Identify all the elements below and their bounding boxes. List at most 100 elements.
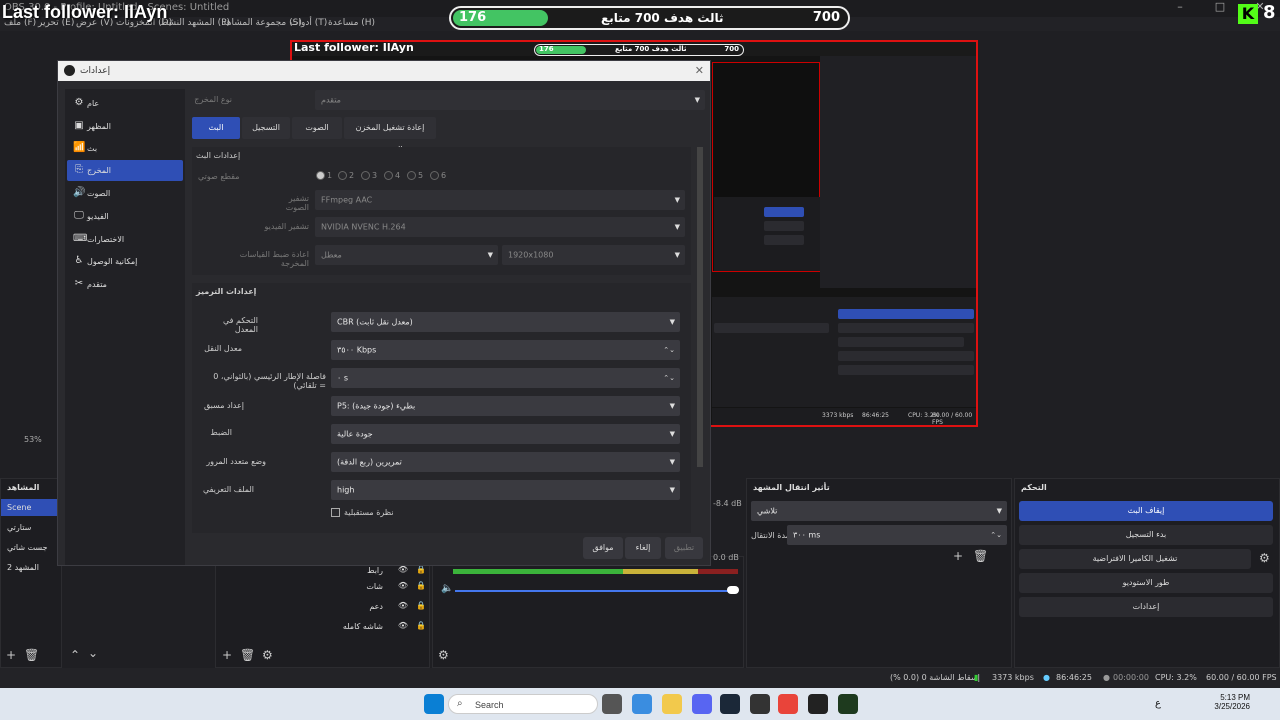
steam-icon[interactable] <box>720 694 740 714</box>
apply-button[interactable]: تطبيق <box>665 537 703 559</box>
audio-track-radio[interactable]: 3 <box>361 171 377 180</box>
obs-taskbar-icon[interactable] <box>750 694 770 714</box>
source-item[interactable]: دعم 👁 🔒 <box>218 598 428 616</box>
menu-help[interactable]: مساعدة (H) <box>328 18 375 28</box>
sidebar-item-accessibility[interactable]: ♿ إمكانية الوصول <box>67 251 183 272</box>
live-icon: ● <box>1043 673 1050 682</box>
audio-track-radio[interactable]: 2 <box>338 171 354 180</box>
tab-replay-buffer[interactable]: إعادة تشغيل المخزن المؤقت <box>344 117 436 154</box>
scene-item[interactable]: Scene <box>1 499 59 516</box>
taskbar-clock[interactable]: 5:13 PM 3/25/2026 <box>1208 693 1250 711</box>
virtual-camera-button[interactable]: تشغيل الكاميرا الافتراضية <box>1019 549 1251 569</box>
stop-streaming-button[interactable]: إيقاف البث <box>1019 501 1273 521</box>
preview-goal-label: ثالث هدف 700 متابع <box>615 45 687 53</box>
audio-track-radio[interactable]: 6 <box>430 171 446 180</box>
cancel-button[interactable]: إلغاء <box>625 537 661 559</box>
nvidia-icon[interactable] <box>838 694 858 714</box>
nested-preview-dialog <box>714 197 820 271</box>
scene-item[interactable]: المشهد 2 <box>1 559 59 576</box>
sidebar-item-stream[interactable]: 📶 بث <box>67 138 183 159</box>
fps-status: 60.00 / 60.00 FPS <box>1206 673 1277 682</box>
output-mode-select[interactable]: متقدم ▼ <box>315 90 705 110</box>
volume-slider[interactable] <box>455 590 735 592</box>
audio-encoder-select[interactable]: FFmpeg AAC ▼ <box>315 190 685 210</box>
close-dialog-button[interactable]: ✕ <box>695 64 704 77</box>
studio-mode-button[interactable]: طور الاستوديو <box>1019 573 1273 593</box>
sidebar-item-output[interactable]: ⎘ المخرج <box>67 160 183 181</box>
windows-start-icon[interactable] <box>424 694 444 714</box>
remove-transition-button[interactable]: 🗑 <box>973 549 988 563</box>
sidebar-item-advanced[interactable]: ✂ متقدم <box>67 274 183 295</box>
speaker-icon[interactable]: 🔈 <box>441 583 453 594</box>
move-up-button[interactable]: ⌃ <box>70 648 80 662</box>
tuning-select[interactable]: جودة عالية ▼ <box>331 424 680 444</box>
multipass-select[interactable]: تمريرين (ربع الدقة) ▼ <box>331 452 680 472</box>
file-explorer-icon[interactable] <box>662 694 682 714</box>
taskbar-search[interactable]: ⌕ Search <box>448 694 598 714</box>
chrome-icon[interactable] <box>778 694 798 714</box>
remove-scene-button[interactable]: 🗑 <box>24 648 39 662</box>
audio-track-label: مقطع صوتي <box>198 172 240 181</box>
app-icon[interactable] <box>808 694 828 714</box>
add-source-button[interactable]: + <box>222 648 232 662</box>
start-recording-button[interactable]: بدء التسجيل <box>1019 525 1273 545</box>
maximize-button[interactable]: □ <box>1200 0 1240 17</box>
volume-slider-handle[interactable] <box>727 586 739 594</box>
sidebar-item-general[interactable]: ⚙ عام <box>67 93 183 114</box>
menu-profile[interactable]: المشهد النشط (P) <box>160 18 230 28</box>
goal-max: 700 <box>812 10 840 25</box>
rate-control-label: التحكم في المعدل <box>222 316 258 334</box>
settings-button[interactable]: إعدادات <box>1019 597 1273 617</box>
tab-streaming[interactable]: البث <box>192 117 240 139</box>
keyboard-language[interactable]: ع <box>1155 698 1161 709</box>
kick-count: 8 <box>1263 2 1276 23</box>
profile-select[interactable]: high ▼ <box>331 480 680 500</box>
bitrate-label: معدل النقل <box>204 344 242 353</box>
keyframe-spinbox[interactable]: ٠ s ⌃⌄ <box>331 368 680 388</box>
source-item[interactable]: شاشه كامله 👁 🔒 <box>218 618 428 636</box>
sidebar-item-hotkeys[interactable]: ⌨ الاختصارات <box>67 229 183 250</box>
bitrate-spinbox[interactable]: ٣٥٠٠ Kbps ⌃⌄ <box>331 340 680 360</box>
virtual-camera-settings-icon[interactable]: ⚙ <box>1259 551 1270 565</box>
lookahead-label: نظرة مستقبلية <box>344 508 394 517</box>
add-scene-button[interactable]: + <box>6 648 16 662</box>
preset-label: إعداد مسبق <box>203 401 244 410</box>
video-encoder-select[interactable]: NVIDIA NVENC H.264 ▼ <box>315 217 685 237</box>
minimize-button[interactable]: – <box>1160 0 1200 17</box>
scene-item[interactable]: ستارتي <box>1 519 59 536</box>
add-transition-button[interactable]: + <box>953 549 963 563</box>
rescale-filter-select[interactable]: معطل ▼ <box>315 245 498 265</box>
remove-source-button[interactable]: 🗑 <box>240 648 255 662</box>
rescale-resolution-select[interactable]: 1920x1080 ▼ <box>502 245 685 265</box>
audio-track-radio[interactable]: 1 <box>316 171 332 180</box>
source-item[interactable]: شات 👁 🔒 <box>218 578 428 596</box>
audio-meter-green <box>453 569 623 574</box>
sidebar-item-appearance[interactable]: ▣ المظهر <box>67 116 183 137</box>
ok-button[interactable]: موافق <box>583 537 623 559</box>
lookahead-checkbox[interactable] <box>331 508 340 517</box>
audio-track-radio[interactable]: 4 <box>384 171 400 180</box>
audio-advanced-button[interactable]: ⚙ <box>438 648 449 662</box>
transition-select[interactable]: تلاشي ▼ <box>751 501 1007 521</box>
tab-recording[interactable]: التسجيل <box>242 117 290 139</box>
source-properties-button[interactable]: ⚙ <box>262 648 273 662</box>
discord-icon[interactable] <box>692 694 712 714</box>
goal-label: ثالث هدف 700 متابع <box>601 11 724 25</box>
sidebar-item-audio[interactable]: 🔊 الصوت <box>67 183 183 204</box>
rec-time: 00:00:00 <box>1113 673 1149 682</box>
duration-input[interactable]: ٣٠٠ ms ⌃⌄ <box>787 525 1007 545</box>
settings-scrollbar[interactable] <box>697 147 703 467</box>
sidebar-item-video[interactable]: 🖵 الفيديو <box>67 206 183 227</box>
widgets-icon[interactable] <box>632 694 652 714</box>
audio-track-radio[interactable]: 5 <box>407 171 423 180</box>
task-view-icon[interactable] <box>602 694 622 714</box>
preset-select[interactable]: P5: بطيء (جودة جيدة) ▼ <box>331 396 680 416</box>
audio-meter-red <box>698 569 738 574</box>
search-icon: ⌕ <box>457 698 463 709</box>
scene-item[interactable]: جست شاتي <box>1 539 59 556</box>
move-down-button[interactable]: ⌄ <box>88 646 98 660</box>
nested-statusbar: 3373 kbps 86:46:25 CPU: 3.2% 60.00 / 60.… <box>712 408 976 425</box>
menu-tools[interactable]: أدوات (T) <box>290 18 327 28</box>
tab-audio[interactable]: الصوت <box>292 117 342 139</box>
rate-control-select[interactable]: CBR (معدل نقل ثابت) ▼ <box>331 312 680 332</box>
